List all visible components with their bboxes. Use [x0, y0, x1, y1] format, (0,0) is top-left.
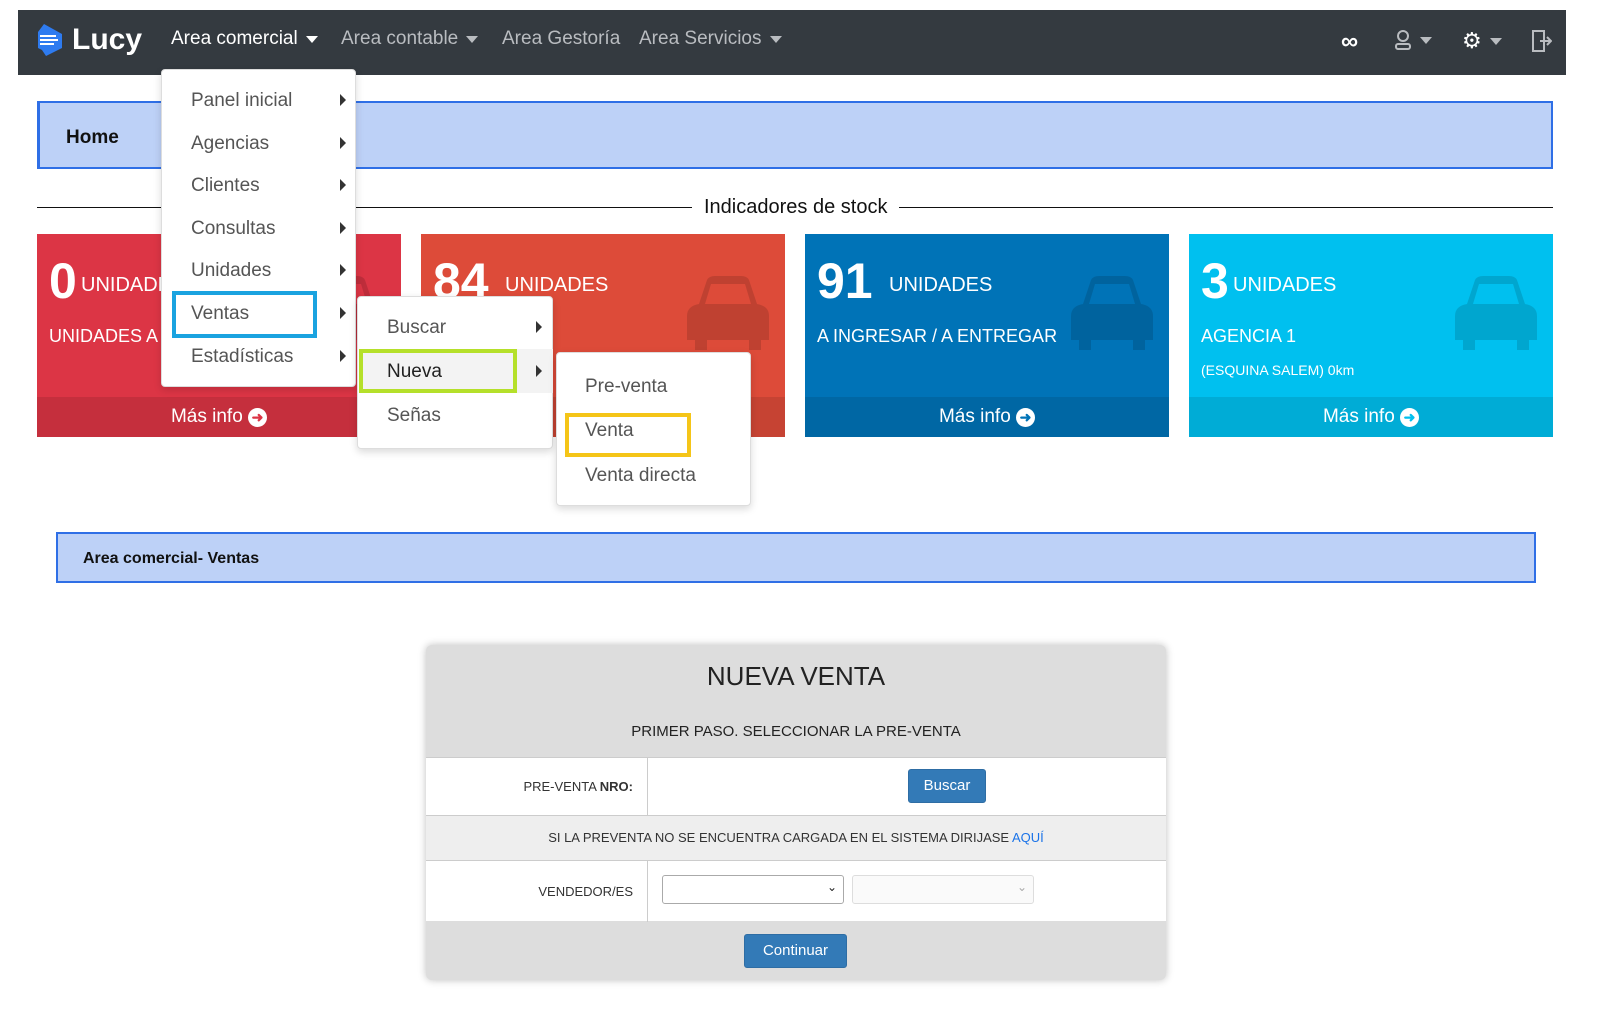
chevron-down-icon: ⌄: [1016, 880, 1027, 894]
caret-down-icon: [1420, 36, 1432, 44]
card-subtitle: AGENCIA 1: [1201, 326, 1297, 346]
subheader-title: Area comercial- Ventas: [83, 550, 260, 567]
highlight-ventas: [172, 291, 317, 338]
vendedor-select-2[interactable]: ⌄: [852, 875, 1034, 904]
caret-right-icon: [340, 307, 346, 319]
brand-logo[interactable]: Lucy: [36, 22, 142, 58]
breadcrumb-home[interactable]: Home: [66, 127, 119, 149]
caret-right-icon: [340, 137, 346, 149]
mas-info-link[interactable]: Más info ➜: [805, 397, 1169, 437]
menu-item-panelinicial[interactable]: Panel inicial: [191, 90, 292, 112]
arrow-circle-right-icon: ➜: [1016, 408, 1036, 427]
vendedor-label: VENDEDOR/ES: [538, 884, 633, 899]
menu-item-buscar[interactable]: Buscar: [387, 317, 446, 339]
row-preventa: PRE-VENTA NRO: Buscar: [426, 757, 1166, 817]
nav-area-contable[interactable]: Area contable: [341, 28, 479, 50]
card-unit: UNIDADES: [1233, 274, 1337, 296]
menu-item-estadisticas[interactable]: Estadísticas: [191, 346, 293, 368]
preventa-label: PRE-VENTA NRO:: [523, 779, 633, 794]
caret-right-icon: [340, 222, 346, 234]
card-number: 0: [49, 253, 77, 309]
caret-right-icon: [340, 94, 346, 106]
user-icon: [1395, 30, 1411, 50]
card-number: 3: [1201, 253, 1229, 309]
logout-icon[interactable]: [1532, 30, 1553, 57]
caret-down-icon: [769, 35, 782, 43]
nav-area-gestoria[interactable]: Area Gestoría: [502, 28, 620, 50]
stock-card: 3 UNIDADES AGENCIA 1 (ESQUINA SALEM) 0km…: [1189, 234, 1553, 437]
arrow-circle-right-icon: ➜: [248, 408, 268, 427]
menu-item-preventa[interactable]: Pre-venta: [585, 376, 667, 398]
card-subtitle: UNIDADES A ...: [49, 326, 178, 346]
menu-item-agencias[interactable]: Agencias: [191, 133, 269, 155]
caret-right-icon: [340, 264, 346, 276]
card-subtitle: A INGRESAR / A ENTREGAR: [817, 326, 1058, 346]
section-title: Indicadores de stock: [692, 196, 900, 219]
card-unit: UNIDADES: [889, 274, 993, 296]
logo-icon: [38, 24, 62, 56]
caret-right-icon: [340, 350, 346, 362]
chevron-down-icon: ⌄: [826, 880, 837, 894]
nueva-venta-panel: NUEVA VENTA PRIMER PASO. SELECCIONAR LA …: [426, 645, 1166, 980]
stock-card: 91 UNIDADES A INGRESAR / A ENTREGAR Más …: [805, 234, 1169, 437]
nav-area-comercial[interactable]: Area comercial: [171, 28, 318, 50]
vendedor-select-1[interactable]: ⌄: [662, 875, 844, 904]
buscar-button[interactable]: Buscar: [908, 769, 986, 803]
caret-right-icon: [536, 321, 542, 333]
form-step: PRIMER PASO. SELECCIONAR LA PRE-VENTA: [631, 723, 961, 740]
highlight-nueva: [359, 349, 517, 393]
row-vendedor: VENDEDOR/ES ⌄ ⌄: [426, 860, 1166, 922]
subheader-bar: Area comercial- Ventas: [56, 532, 1536, 583]
caret-right-icon: [536, 365, 542, 377]
caret-down-icon: [1489, 37, 1502, 45]
caret-down-icon: [466, 35, 479, 43]
menu-item-senas[interactable]: Señas: [387, 405, 441, 427]
menu-item-unidades[interactable]: Unidades: [191, 260, 271, 282]
arrow-circle-right-icon: ➜: [1400, 408, 1420, 427]
infinity-icon[interactable]: ∞: [1341, 28, 1358, 56]
car-icon: [1455, 276, 1537, 350]
settings-menu[interactable]: ⚙: [1462, 28, 1502, 54]
card-unit: UNIDADES: [505, 274, 609, 296]
form-title: NUEVA VENTA: [706, 661, 886, 691]
brand-name: Lucy: [72, 23, 143, 56]
caret-right-icon: [340, 179, 346, 191]
caret-down-icon: [305, 35, 318, 43]
mas-info-link[interactable]: Más info ➜: [37, 397, 401, 437]
menu-item-consultas[interactable]: Consultas: [191, 218, 276, 240]
aqui-link[interactable]: AQUÍ: [1012, 830, 1044, 845]
continuar-button[interactable]: Continuar: [744, 934, 847, 968]
user-menu[interactable]: [1394, 30, 1432, 50]
notice-row: SI LA PREVENTA NO SE ENCUENTRA CARGADA E…: [426, 816, 1166, 860]
card-subtitle-2: (ESQUINA SALEM) 0km: [1201, 362, 1355, 378]
gear-icon: ⚙: [1462, 28, 1482, 53]
highlight-venta: [565, 413, 691, 457]
nav-area-servicios[interactable]: Area Servicios: [639, 28, 782, 50]
card-number: 91: [817, 253, 873, 309]
car-icon: [687, 276, 769, 350]
car-icon: [1071, 276, 1153, 350]
mas-info-link[interactable]: Más info ➜: [1189, 397, 1553, 437]
menu-item-ventadirecta[interactable]: Venta directa: [585, 465, 696, 487]
menu-item-clientes[interactable]: Clientes: [191, 175, 260, 197]
